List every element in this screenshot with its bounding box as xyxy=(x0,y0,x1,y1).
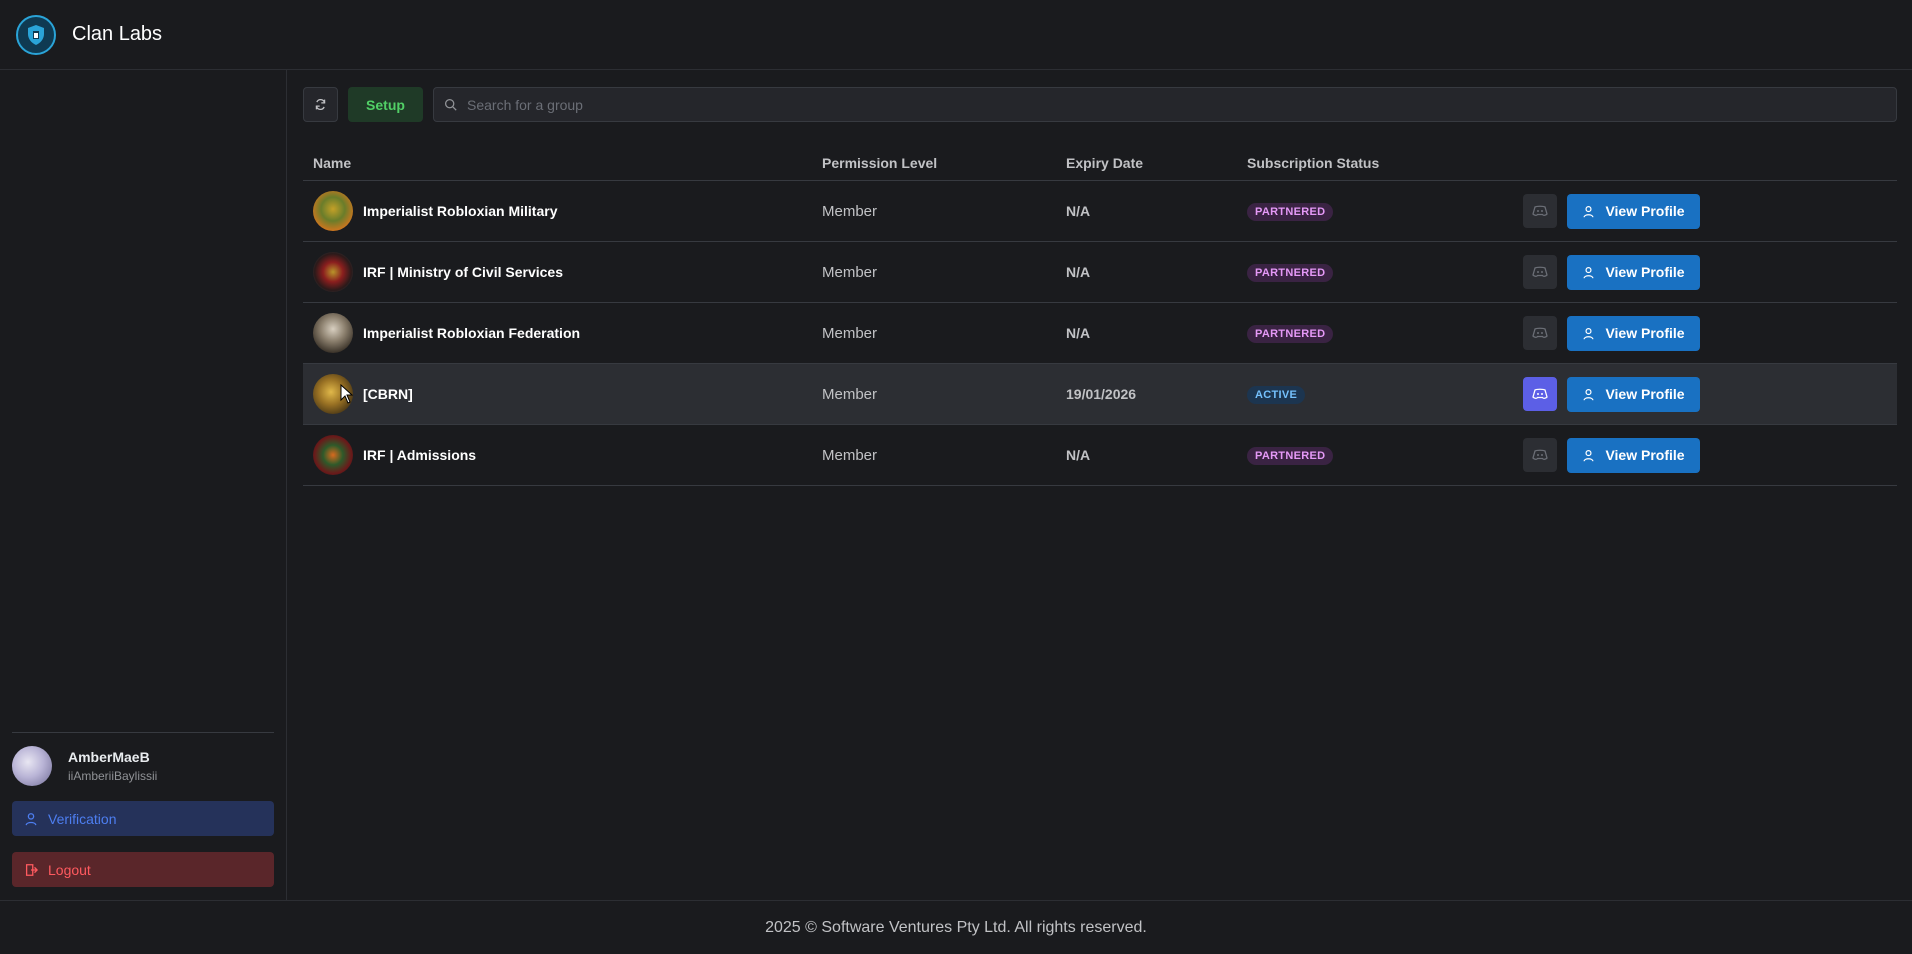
status-badge: PARTNERED xyxy=(1247,324,1334,343)
logout-label: Logout xyxy=(48,861,91,878)
top-header: Clan Labs xyxy=(0,0,1912,70)
expiry-date: N/A xyxy=(1066,447,1091,463)
verification-label: Verification xyxy=(48,810,117,827)
group-emblem-icon xyxy=(313,435,353,475)
footer: 2025 © Software Ventures Pty Ltd. All ri… xyxy=(0,900,1912,954)
expiry-date: N/A xyxy=(1066,325,1091,341)
header-subscription: Subscription Status xyxy=(1247,154,1380,171)
logout-button[interactable]: Logout xyxy=(12,852,274,887)
refresh-button[interactable] xyxy=(303,87,338,122)
verification-button[interactable]: Verification xyxy=(12,801,274,836)
permission-level: Member xyxy=(822,446,878,464)
user-display-name: AmberMaeB xyxy=(68,749,150,765)
discord-button[interactable] xyxy=(1523,194,1557,228)
user-icon xyxy=(1583,388,1595,400)
header-permission: Permission Level xyxy=(822,154,938,171)
discord-button[interactable] xyxy=(1523,316,1557,350)
table-row[interactable]: IRF | Ministry of Civil Services Member … xyxy=(303,242,1897,303)
expiry-date: N/A xyxy=(1066,203,1091,219)
header-expiry: Expiry Date xyxy=(1066,154,1144,171)
discord-icon xyxy=(1532,388,1548,400)
sidebar: AmberMaeB iiAmberiiBaylissii Verificatio… xyxy=(0,70,287,900)
permission-level: Member xyxy=(822,263,878,281)
discord-button[interactable] xyxy=(1523,438,1557,472)
group-name: Imperialist Robloxian Military xyxy=(363,203,558,219)
table-row[interactable]: Imperialist Robloxian Military Member N/… xyxy=(303,181,1897,242)
discord-icon xyxy=(1532,205,1548,217)
permission-level: Member xyxy=(822,385,878,403)
view-profile-label: View Profile xyxy=(1605,325,1685,341)
group-emblem-icon xyxy=(313,252,353,292)
discord-button[interactable] xyxy=(1523,255,1557,289)
view-profile-label: View Profile xyxy=(1605,203,1685,219)
app-title: Clan Labs xyxy=(72,23,163,45)
group-emblem-icon xyxy=(313,191,353,231)
user-icon xyxy=(1583,266,1595,278)
table-row[interactable]: Imperialist Robloxian Federation Member … xyxy=(303,303,1897,364)
toolbar: Setup xyxy=(303,87,1897,122)
view-profile-button[interactable]: View Profile xyxy=(1567,376,1700,412)
table-header: Name Permission Level Expiry Date Subscr… xyxy=(303,145,1897,181)
status-badge: PARTNERED xyxy=(1247,446,1334,465)
discord-button[interactable] xyxy=(1523,377,1557,411)
user-username: iiAmberiiBaylissii xyxy=(68,769,158,783)
search-icon xyxy=(444,98,457,111)
user-icon xyxy=(1583,205,1595,217)
user-avatar xyxy=(12,746,52,786)
header-name: Name xyxy=(313,154,352,171)
view-profile-button[interactable]: View Profile xyxy=(1567,254,1700,290)
groups-table: Name Permission Level Expiry Date Subscr… xyxy=(303,145,1897,486)
logout-icon xyxy=(25,863,38,876)
status-badge: PARTNERED xyxy=(1247,263,1334,282)
group-name: IRF | Admissions xyxy=(363,447,477,463)
shield-icon xyxy=(28,24,44,45)
group-name: IRF | Ministry of Civil Services xyxy=(363,264,563,280)
discord-icon xyxy=(1532,266,1548,278)
group-emblem-icon xyxy=(313,313,353,353)
expiry-date: N/A xyxy=(1066,264,1091,280)
permission-level: Member xyxy=(822,202,878,220)
discord-icon xyxy=(1532,327,1548,339)
sidebar-divider xyxy=(12,732,274,733)
search-box xyxy=(433,87,1897,122)
expiry-date: 19/01/2026 xyxy=(1066,386,1137,402)
mouse-cursor-icon xyxy=(340,384,354,404)
view-profile-button[interactable]: View Profile xyxy=(1567,437,1700,473)
setup-button[interactable]: Setup xyxy=(348,87,423,122)
group-name: Imperialist Robloxian Federation xyxy=(363,325,581,341)
user-profile: AmberMaeB iiAmberiiBaylissii xyxy=(12,746,157,786)
refresh-icon xyxy=(315,98,326,111)
view-profile-button[interactable]: View Profile xyxy=(1567,315,1700,351)
user-icon xyxy=(25,812,37,825)
group-name: [CBRN] xyxy=(363,386,413,402)
status-badge: PARTNERED xyxy=(1247,202,1334,221)
user-icon xyxy=(1583,327,1595,339)
discord-icon xyxy=(1532,449,1548,461)
view-profile-label: View Profile xyxy=(1605,264,1685,280)
view-profile-label: View Profile xyxy=(1605,447,1685,463)
status-badge: ACTIVE xyxy=(1247,385,1306,404)
table-row[interactable]: [CBRN] Member 19/01/2026 ACTIVE View Pro… xyxy=(303,364,1897,425)
view-profile-button[interactable]: View Profile xyxy=(1567,193,1700,229)
table-row[interactable]: IRF | Admissions Member N/A PARTNERED Vi… xyxy=(303,425,1897,486)
user-icon xyxy=(1583,449,1595,461)
permission-level: Member xyxy=(822,324,878,342)
main-content: Setup Name Permission Level Expiry Date … xyxy=(288,70,1912,900)
app-root: Clan Labs AmberMaeB iiAmberiiBaylissii V… xyxy=(0,0,1912,954)
view-profile-label: View Profile xyxy=(1605,386,1685,402)
clan-labs-logo[interactable] xyxy=(16,14,56,55)
search-input[interactable] xyxy=(467,96,1896,113)
